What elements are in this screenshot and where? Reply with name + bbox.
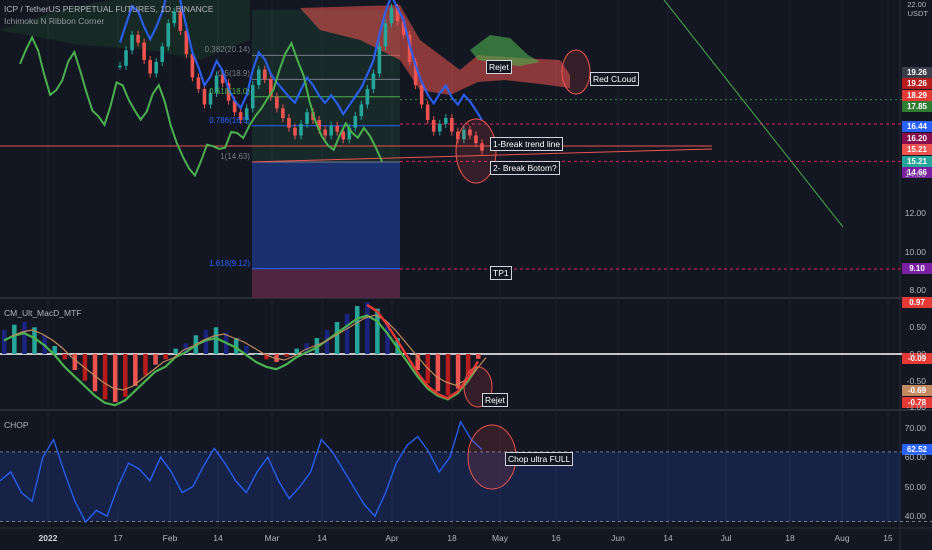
candle-body bbox=[202, 89, 207, 105]
candle-body bbox=[214, 75, 219, 93]
candle-body bbox=[383, 23, 388, 47]
macd-histogram-bar bbox=[334, 322, 340, 354]
macd-histogram-bar bbox=[284, 354, 289, 357]
candle-body bbox=[178, 11, 183, 31]
candle-body bbox=[154, 61, 158, 74]
macd-histogram-bar bbox=[445, 354, 451, 396]
macd-histogram-bar bbox=[2, 330, 7, 354]
macd-histogram-bar bbox=[344, 314, 350, 354]
candle-body bbox=[244, 108, 249, 120]
macd-histogram-bar bbox=[476, 354, 481, 359]
candle-body bbox=[172, 11, 177, 24]
candle-body bbox=[353, 116, 358, 128]
candle-body bbox=[437, 123, 442, 132]
candle-body bbox=[281, 108, 285, 119]
annotation-circle bbox=[467, 424, 517, 490]
candle-body bbox=[118, 65, 122, 68]
candle-body bbox=[329, 125, 333, 136]
candle-body bbox=[166, 23, 171, 47]
candle-body bbox=[389, 7, 394, 24]
macd-histogram-bar bbox=[133, 354, 138, 386]
candle-body bbox=[250, 85, 255, 109]
candle-body bbox=[208, 92, 213, 105]
candle-body bbox=[287, 118, 291, 128]
macd-histogram-bar bbox=[143, 354, 148, 376]
candle-body bbox=[444, 118, 448, 124]
macd-histogram-bar bbox=[62, 354, 68, 360]
candle-body bbox=[263, 69, 267, 80]
candle-body bbox=[293, 127, 297, 136]
candle-body bbox=[160, 46, 165, 62]
chop-band bbox=[0, 451, 900, 522]
candle-body bbox=[323, 129, 327, 136]
macd-histogram-bar bbox=[12, 324, 17, 354]
macd-histogram-bar bbox=[435, 354, 441, 392]
macd-histogram-bar bbox=[22, 322, 27, 354]
candle-body bbox=[371, 73, 376, 90]
annotation-circle bbox=[463, 366, 493, 408]
candle-body bbox=[124, 50, 128, 66]
macd-histogram-bar bbox=[365, 302, 370, 354]
macd-histogram-bar bbox=[72, 354, 78, 370]
candle-body bbox=[450, 118, 454, 132]
candle-body bbox=[431, 119, 436, 132]
candle-body bbox=[142, 42, 146, 60]
macd-histogram-bar bbox=[173, 348, 178, 354]
candle-body bbox=[275, 96, 279, 109]
candle-body bbox=[299, 123, 303, 136]
candle-body bbox=[136, 34, 140, 43]
candle-body bbox=[256, 69, 261, 86]
candle-body bbox=[365, 89, 370, 105]
candle-body bbox=[425, 104, 430, 120]
macd-histogram-bar bbox=[354, 306, 360, 354]
candle-body bbox=[148, 59, 152, 74]
macd-histogram-bar bbox=[102, 354, 108, 400]
candle-body bbox=[305, 112, 309, 124]
macd-histogram-bar bbox=[92, 354, 98, 392]
candle-body bbox=[130, 34, 134, 51]
trading-chart[interactable] bbox=[0, 0, 932, 550]
candle-body bbox=[238, 112, 243, 120]
macd-histogram-bar bbox=[163, 354, 168, 360]
candle-body bbox=[377, 46, 382, 74]
fib-red-zone bbox=[252, 268, 400, 298]
macd-histogram-bar bbox=[254, 354, 259, 355]
candle-body bbox=[419, 85, 424, 105]
macd-histogram-bar bbox=[112, 354, 118, 402]
macd-histogram-bar bbox=[153, 354, 158, 365]
candle-body bbox=[359, 104, 364, 117]
candle-body bbox=[196, 77, 201, 90]
candle-body bbox=[335, 125, 339, 132]
macd-histogram-bar bbox=[213, 327, 219, 354]
annotation-circle bbox=[455, 118, 497, 184]
annotation-circle bbox=[561, 49, 591, 95]
